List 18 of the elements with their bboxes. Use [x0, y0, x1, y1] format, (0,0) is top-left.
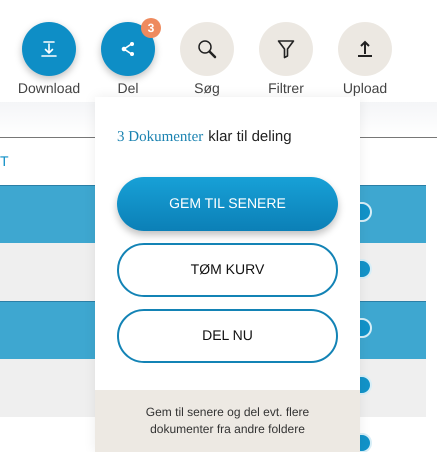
info-text: Gem til senere og del evt. flere dokumenter fra andre foldere — [144, 404, 310, 438]
action-button[interactable]: TØM KURV — [117, 242, 338, 296]
filter-icon — [277, 39, 295, 59]
toolbar-label: Upload — [342, 79, 388, 98]
action-button[interactable]: GEM TIL SENERE — [117, 176, 338, 230]
download-icon — [40, 40, 58, 58]
toolbar-label: Download — [18, 79, 80, 98]
toolbar-label: Filtrer — [268, 79, 304, 98]
ready-message: klar til deling — [208, 127, 292, 147]
column-header: T — [0, 152, 9, 171]
toolbar-label: Søg — [194, 79, 220, 98]
share-icon — [119, 40, 137, 58]
count-badge: 3 — [141, 18, 161, 38]
action-button[interactable]: DEL NU — [117, 308, 338, 362]
documents-link[interactable]: 3 Dokumenter — [117, 126, 204, 148]
search-icon — [196, 38, 218, 60]
upload-icon — [355, 39, 375, 59]
toolbar-label: Del — [117, 79, 138, 98]
